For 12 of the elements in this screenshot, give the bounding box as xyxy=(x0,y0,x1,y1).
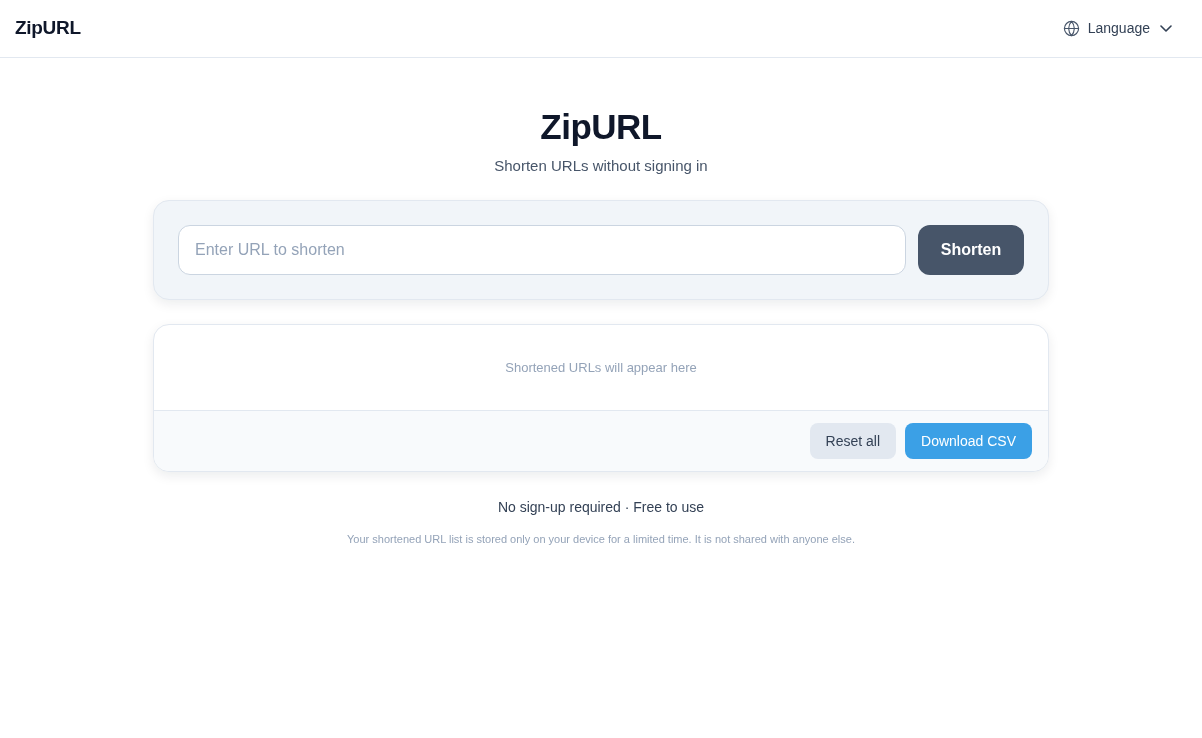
url-input-field[interactable]: Enter URL to shorten xyxy=(178,225,906,275)
page-subtitle: Shorten URLs without signing in xyxy=(494,156,708,176)
privacy-note: Your shortened URL list is stored only on your device for a limited time. It is not shared with anyone else. xyxy=(347,532,855,546)
globe-icon xyxy=(1062,20,1080,37)
chevron-down-icon xyxy=(1160,25,1172,32)
tagline-text: No sign-up required · Free to use xyxy=(497,498,705,516)
reset-all-button[interactable]: Reset all xyxy=(809,423,897,459)
empty-results-message: Shortened URLs will appear here xyxy=(505,358,697,377)
site-logo[interactable]: ZipURL xyxy=(15,14,81,43)
shorten-button[interactable]: Shorten xyxy=(918,225,1024,275)
page-title: ZipURL xyxy=(540,106,662,148)
language-menu[interactable]: Language xyxy=(1062,18,1172,39)
